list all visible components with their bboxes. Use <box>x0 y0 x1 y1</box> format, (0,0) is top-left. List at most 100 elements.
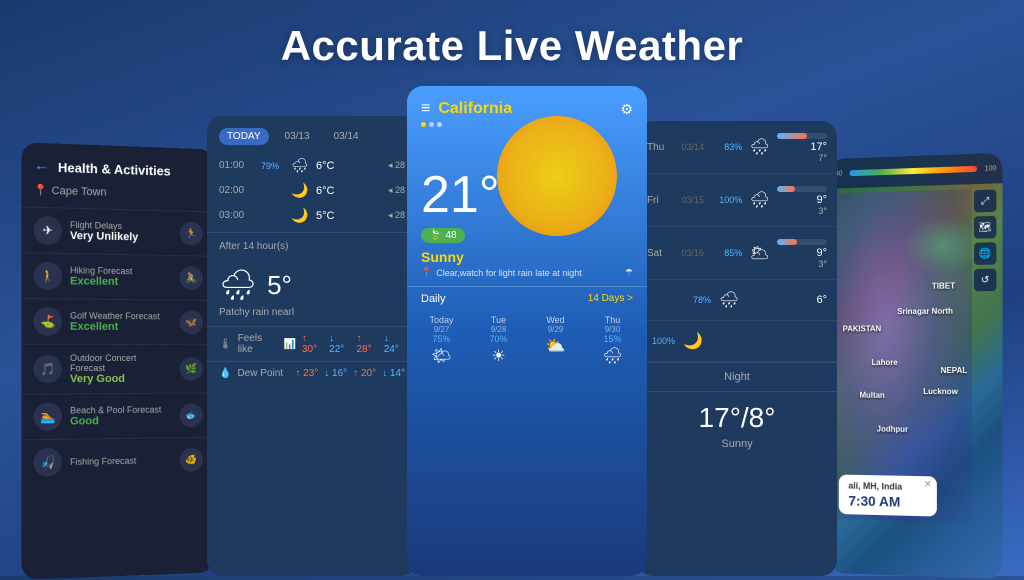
list-item: Thu 03/14 83% 🌧 17° 7° <box>637 121 837 174</box>
list-item: 🎵 Outdoor Concert Forecast Very Good 🌿 <box>21 344 214 394</box>
map-label-pakistan: PAKISTAN <box>843 324 882 333</box>
hourly-wind: ◂ 28 <box>388 210 405 221</box>
activity-value: Excellent <box>70 275 172 288</box>
activity-right-icon: 🌿 <box>180 357 203 381</box>
map-label-tibet: TIBET <box>932 281 955 290</box>
weekly-weather-icon: 🌙 <box>681 331 705 351</box>
map-refresh-button[interactable]: ↺ <box>974 269 996 292</box>
activity-value: Very Unlikely <box>70 230 172 244</box>
activity-value: Good <box>70 415 172 428</box>
aqi-badge: 🍃 48 <box>421 228 465 243</box>
list-item: 🚶 Hiking Forecast Excellent 🚴 <box>21 252 214 300</box>
map-info-button[interactable]: 🌐 <box>974 242 996 265</box>
hourly-row: 01:00 79% 🌧 6°C ◂ 28 <box>207 153 417 178</box>
map-layers-button[interactable]: 🗺 <box>974 216 996 239</box>
thermometer-icon: 🌡 <box>219 339 232 350</box>
hourly-temp: 6°C <box>316 185 344 197</box>
dot[interactable] <box>429 122 434 127</box>
tab-march14[interactable]: 03/14 <box>326 128 367 145</box>
dew-icon: 💧 <box>219 368 231 379</box>
patchy-rain-icon: 🌧 <box>219 268 257 303</box>
daily-forecast-row: Today 9/27 75% 🌤 Tue 9/28 70% ☀ Wed 9/29… <box>407 311 647 372</box>
dot[interactable] <box>437 122 442 127</box>
activity-right-icon: 🚴 <box>180 266 203 290</box>
map-expand-button[interactable]: ⤢ <box>974 189 996 212</box>
cards-container: ← Health & Activities 📍 Cape Town ✈ Flig… <box>0 95 1024 576</box>
hourly-weather-icon: 🌙 <box>286 182 314 199</box>
daily-label: Daily <box>421 293 445 305</box>
weekly-hi: 17° <box>777 141 827 153</box>
golf-icon: ⛳ <box>34 307 62 336</box>
weekly-pct: 85% <box>716 248 743 258</box>
hourly-wind: ◂ 28 <box>388 185 405 196</box>
activity-label: Fishing Forecast <box>70 455 172 467</box>
settings-icon[interactable]: ⚙ <box>620 101 633 118</box>
map-label-multan: Multan <box>860 391 885 400</box>
list-item: 78% 🌧 6° <box>637 280 837 321</box>
list-item: 100% 🌙 <box>637 321 837 362</box>
popup-close-button[interactable]: ✕ <box>924 479 932 490</box>
weekly-pct: 78% <box>683 295 711 305</box>
hourly-wind: ◂ 28 <box>388 160 405 171</box>
main-temperature: 21° <box>407 135 647 225</box>
feels-down-1: ↓ 22° <box>329 333 350 355</box>
patchy-rain-row: 🌧 5° <box>207 260 417 307</box>
tab-today[interactable]: TODAY <box>219 128 269 145</box>
map-label-lucknow: Lucknow <box>923 387 958 396</box>
feels-up-2: ↑ 28° <box>356 333 377 355</box>
health-card-title: Health & Activities <box>58 159 171 178</box>
activity-right-icon: 🐟 <box>180 403 203 427</box>
activity-label: Golf Weather Forecast <box>70 311 172 322</box>
list-item: Fri 03/15 100% 🌧 9° 3° <box>637 174 837 227</box>
list-item: Today 9/27 75% 🌤 <box>415 315 468 368</box>
hourly-tabs: TODAY 03/13 03/14 <box>207 116 417 153</box>
weekly-hi: 6° <box>816 294 827 306</box>
location-dots <box>407 122 647 135</box>
weekly-weather-icon: 🌥 <box>748 243 771 263</box>
tab-march13[interactable]: 03/13 <box>277 128 318 145</box>
hourly-temp: 6°C <box>316 160 344 172</box>
dot-active[interactable] <box>421 122 426 127</box>
patchy-temp: 5° <box>267 270 292 301</box>
weekly-weather-icon: 🌧 <box>748 137 771 157</box>
map-location-popup: ✕ ali, MH, India 7:30 AM <box>839 475 937 517</box>
days-link[interactable]: 14 Days > <box>588 293 633 305</box>
popup-time: 7:30 AM <box>848 493 926 511</box>
weekly-forecast-card: Thu 03/14 83% 🌧 17° 7° Fri 03/15 100% 🌧 … <box>637 121 837 576</box>
weekly-lo: 7° <box>777 153 827 163</box>
weekly-lo: 3° <box>777 259 827 269</box>
feels-up-3: ↑ 23° <box>295 368 318 379</box>
menu-icon[interactable]: ≡ <box>421 100 430 118</box>
weekly-day: Fri <box>647 195 675 206</box>
dew-point-label: Dew Point <box>237 368 283 379</box>
feels-up-1: ↑ 30° <box>302 333 323 355</box>
hourly-time: 01:00 <box>219 160 254 171</box>
feels-up-4: ↑ 20° <box>353 368 376 379</box>
map-controls: ⤢ 🗺 🌐 ↺ <box>974 189 996 291</box>
weekly-date: 03/15 <box>681 195 709 205</box>
concert-icon: 🎵 <box>34 355 62 383</box>
weekly-date: 03/14 <box>681 142 709 152</box>
weekly-hi: 9° <box>777 194 827 206</box>
feels-like-label: Feels like <box>238 333 278 355</box>
map-label-jodhpur: Jodhpur <box>877 424 908 433</box>
page-title: Accurate Live Weather <box>0 0 1024 88</box>
list-item: Thu 9/30 15% 🌧 <box>586 315 639 368</box>
map-label-srinagar: Srinagar North <box>897 307 953 317</box>
weekly-pct: 83% <box>716 142 743 152</box>
back-arrow-icon[interactable]: ← <box>34 157 50 176</box>
hourly-forecast-card: TODAY 03/13 03/14 01:00 79% 🌧 6°C ◂ 28 0… <box>207 116 417 576</box>
health-card-header: ← Health & Activities <box>21 142 214 187</box>
list-item: 🏊 Beach & Pool Forecast Good 🐟 <box>21 392 214 439</box>
map-background: 30 100 ⤢ 🗺 🌐 ↺ PAKISTAN TIBET NEPAL Srin… <box>829 153 1002 579</box>
popup-location-name: ali, MH, India <box>848 481 926 493</box>
weekly-hi: 9° <box>777 247 827 259</box>
list-item: Wed 9/29 ⛅ <box>529 315 582 368</box>
map-range-max: 100 <box>984 165 996 173</box>
hourly-time: 02:00 <box>219 185 254 196</box>
night-description: Sunny <box>637 438 837 450</box>
health-activities-card: ← Health & Activities 📍 Cape Town ✈ Flig… <box>21 142 214 579</box>
pin-icon: 📍 <box>421 267 432 278</box>
hourly-weather-icon: 🌧 <box>286 157 314 174</box>
feels-down-4: ↓ 14° <box>382 368 405 379</box>
